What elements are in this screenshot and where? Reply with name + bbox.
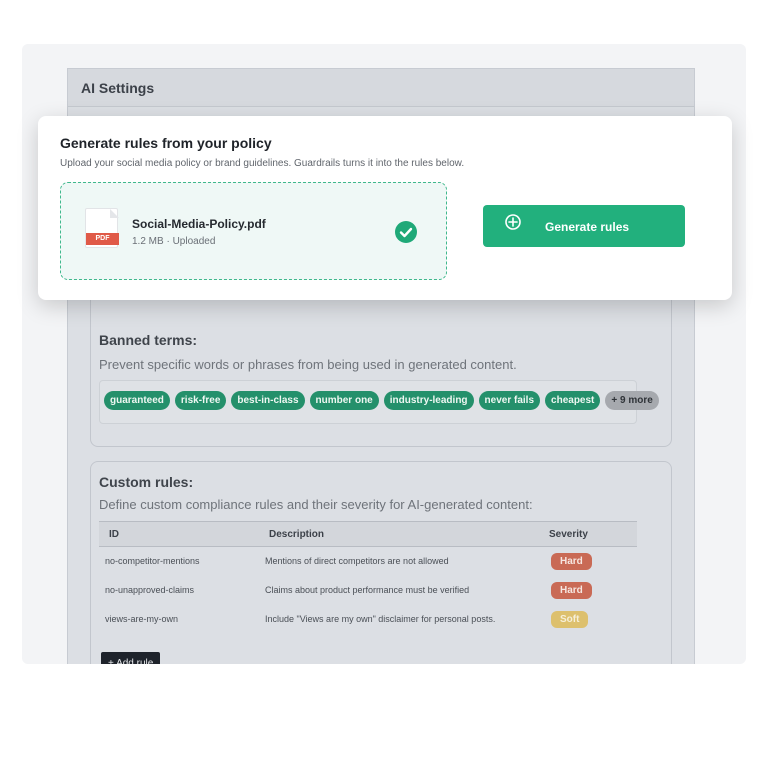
pdf-file-icon: PDF bbox=[85, 208, 119, 248]
file-name: Social-Media-Policy.pdf bbox=[132, 217, 266, 231]
banned-term-chip[interactable]: number one bbox=[309, 391, 379, 410]
generate-rules-title: Generate rules from your policy bbox=[60, 135, 272, 151]
banned-term-chip[interactable]: never fails bbox=[478, 391, 541, 410]
severity-badge[interactable]: Soft bbox=[551, 610, 589, 628]
pdf-badge: PDF bbox=[86, 233, 119, 245]
generate-rules-button[interactable]: Generate rules bbox=[483, 205, 685, 247]
rule-id: no-competitor-mentions bbox=[105, 556, 200, 567]
banned-terms-title: Banned terms: bbox=[99, 332, 198, 348]
file-meta: 1.2 MB · Uploaded bbox=[132, 236, 216, 247]
banned-term-chip[interactable]: industry-leading bbox=[383, 391, 474, 410]
severity-badge[interactable]: Hard bbox=[551, 581, 592, 599]
custom-rules-title: Custom rules: bbox=[99, 474, 194, 490]
column-id: ID bbox=[99, 521, 259, 547]
column-severity: Severity bbox=[539, 521, 637, 547]
plus-circle-icon bbox=[504, 213, 522, 234]
more-terms-chip[interactable]: + 9 more bbox=[605, 391, 659, 410]
rule-id: views-are-my-own bbox=[105, 614, 179, 624]
generate-rules-label: Generate rules bbox=[545, 220, 630, 234]
table-row[interactable]: no-competitor-mentions Mentions of direc… bbox=[99, 547, 637, 576]
file-dropzone[interactable]: PDF Social-Media-Policy.pdf 1.2 MB · Upl… bbox=[60, 182, 447, 280]
severity-badge[interactable]: Hard bbox=[551, 552, 592, 570]
banned-terms-list[interactable]: guaranteed risk-free best-in-class numbe… bbox=[99, 380, 659, 424]
banned-term-chip[interactable]: guaranteed bbox=[104, 391, 170, 410]
settings-title: AI Settings bbox=[68, 69, 694, 107]
generate-rules-card: Generate rules from your policy Upload y… bbox=[38, 116, 732, 300]
banned-term-chip[interactable]: best-in-class bbox=[231, 391, 305, 410]
generate-rules-subtitle: Upload your social media policy or brand… bbox=[60, 158, 465, 169]
table-row[interactable]: views-are-my-own Include "Views are my o… bbox=[99, 605, 637, 634]
custom-rules-description: Define custom compliance rules and their… bbox=[99, 497, 533, 512]
custom-rules-table: ID Description Severity no-competitor-me… bbox=[99, 521, 637, 634]
rule-id: no-unapproved-claims bbox=[105, 585, 195, 595]
banned-term-chip[interactable]: risk-free bbox=[174, 391, 227, 410]
column-description: Description bbox=[259, 521, 539, 547]
check-circle-icon bbox=[395, 221, 417, 243]
rule-description: Include "Views are my own" disclaimer fo… bbox=[265, 614, 496, 624]
banned-terms-description: Prevent specific words or phrases from b… bbox=[99, 357, 517, 372]
add-rule-button[interactable]: + Add rule bbox=[101, 652, 161, 664]
rule-description: Mentions of direct competitors are not a… bbox=[265, 556, 449, 567]
banned-term-chip[interactable]: cheapest bbox=[545, 391, 601, 410]
rule-description: Claims about product performance must be… bbox=[265, 585, 470, 595]
table-row[interactable]: no-unapproved-claims Claims about produc… bbox=[99, 576, 637, 605]
